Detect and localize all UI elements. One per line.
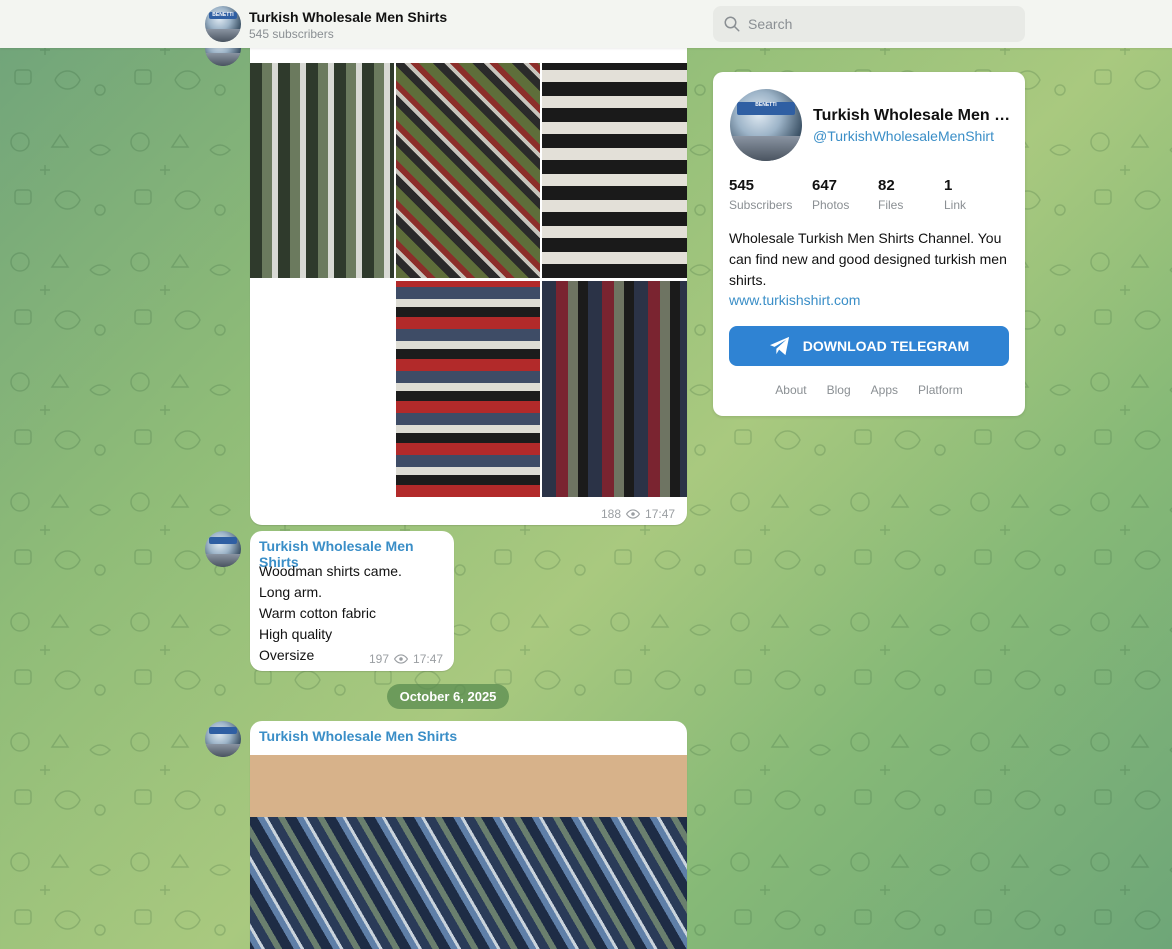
album-photo[interactable] xyxy=(250,63,394,278)
telegram-icon xyxy=(769,336,789,356)
footer-link-about[interactable]: About xyxy=(775,383,806,397)
card-avatar[interactable]: BENETTI xyxy=(730,89,802,161)
stat-label: Files xyxy=(878,198,904,212)
footer-link-apps[interactable]: Apps xyxy=(871,383,898,397)
message-author[interactable]: Turkish Wholesale Men Shirts xyxy=(259,728,457,744)
stat-number: 82 xyxy=(878,177,895,194)
message-meta: 188 17:47 xyxy=(601,507,675,521)
message-time: 17:47 xyxy=(645,507,676,521)
channel-title[interactable]: Turkish Wholesale Men Shirts xyxy=(249,9,447,25)
shirts-photo[interactable] xyxy=(250,755,687,949)
message-line: Long arm. xyxy=(259,584,323,600)
channel-description: Wholesale Turkish Men Shirts Channel. Yo… xyxy=(729,230,1007,288)
search-icon xyxy=(724,16,740,32)
download-telegram-label: DOWNLOAD TELEGRAM xyxy=(802,338,970,354)
download-telegram-button[interactable]: DOWNLOAD TELEGRAM xyxy=(729,326,1009,366)
eye-icon xyxy=(626,509,641,519)
eye-icon xyxy=(394,654,409,664)
view-count: 188 xyxy=(601,507,622,521)
album-photo[interactable] xyxy=(542,63,687,278)
photo-message: Turkish Wholesale Men Shirts xyxy=(250,721,687,949)
album-photo[interactable] xyxy=(542,281,687,497)
channel-info-card: BENETTI Turkish Wholesale Men Shirts @Tu… xyxy=(713,72,1025,416)
stat-label: Photos xyxy=(812,198,850,212)
message-time: 17:47 xyxy=(413,652,444,666)
stat-label: Subscribers xyxy=(729,198,793,212)
stat-subscribers: 545 Subscribers xyxy=(729,177,792,212)
channel-stats: 545 Subscribers 647 Photos 82 Files 1 Li… xyxy=(729,177,1019,217)
text-message: Turkish Wholesale Men Shirts Woodman shi… xyxy=(250,531,454,671)
stat-links[interactable]: 1 Link xyxy=(944,177,966,212)
card-channel-name: Turkish Wholesale Men Shirts xyxy=(813,107,1011,124)
message-avatar[interactable] xyxy=(205,531,241,567)
search-input[interactable] xyxy=(748,6,1008,42)
message-text: Woodman shirts came. Long arm. Warm cott… xyxy=(259,561,402,666)
message-avatar[interactable] xyxy=(205,721,241,757)
stat-number: 1 xyxy=(944,177,953,194)
card-channel-handle[interactable]: @TurkishWholesaleMenShirt xyxy=(813,128,994,144)
search-box[interactable] xyxy=(713,6,1025,42)
channel-avatar[interactable]: BENETTI xyxy=(205,6,241,42)
stat-photos[interactable]: 647 Photos xyxy=(812,177,849,212)
message-line: Woodman shirts came. xyxy=(259,563,402,579)
message-meta: 197 17:47 xyxy=(369,652,443,666)
avatar-brand-text: BENETTI xyxy=(212,12,234,19)
footer-link-platform[interactable]: Platform xyxy=(918,383,963,397)
album-photo[interactable] xyxy=(396,281,540,497)
stat-label: Link xyxy=(944,198,967,212)
stat-files[interactable]: 82 Files xyxy=(878,177,903,212)
footer-links: About Blog Apps Platform xyxy=(713,383,1025,397)
message-line: Warm cotton fabric xyxy=(259,605,376,621)
message-line: High quality xyxy=(259,626,333,642)
channel-website-link[interactable]: www.turkishshirt.com xyxy=(729,292,860,308)
date-separator: October 6, 2025 xyxy=(387,684,509,709)
album-photo[interactable] xyxy=(396,63,540,278)
stat-number: 545 xyxy=(729,177,755,194)
top-header: BENETTI Turkish Wholesale Men Shirts 545… xyxy=(0,0,1172,48)
footer-link-blog[interactable]: Blog xyxy=(827,383,851,397)
photo-album-message: 188 17:47 xyxy=(250,20,687,525)
avatar-brand-text: BENETTI xyxy=(755,101,777,108)
view-count: 197 xyxy=(369,652,390,666)
stat-number: 647 xyxy=(812,177,838,194)
subscriber-count: 545 subscribers xyxy=(249,27,334,41)
